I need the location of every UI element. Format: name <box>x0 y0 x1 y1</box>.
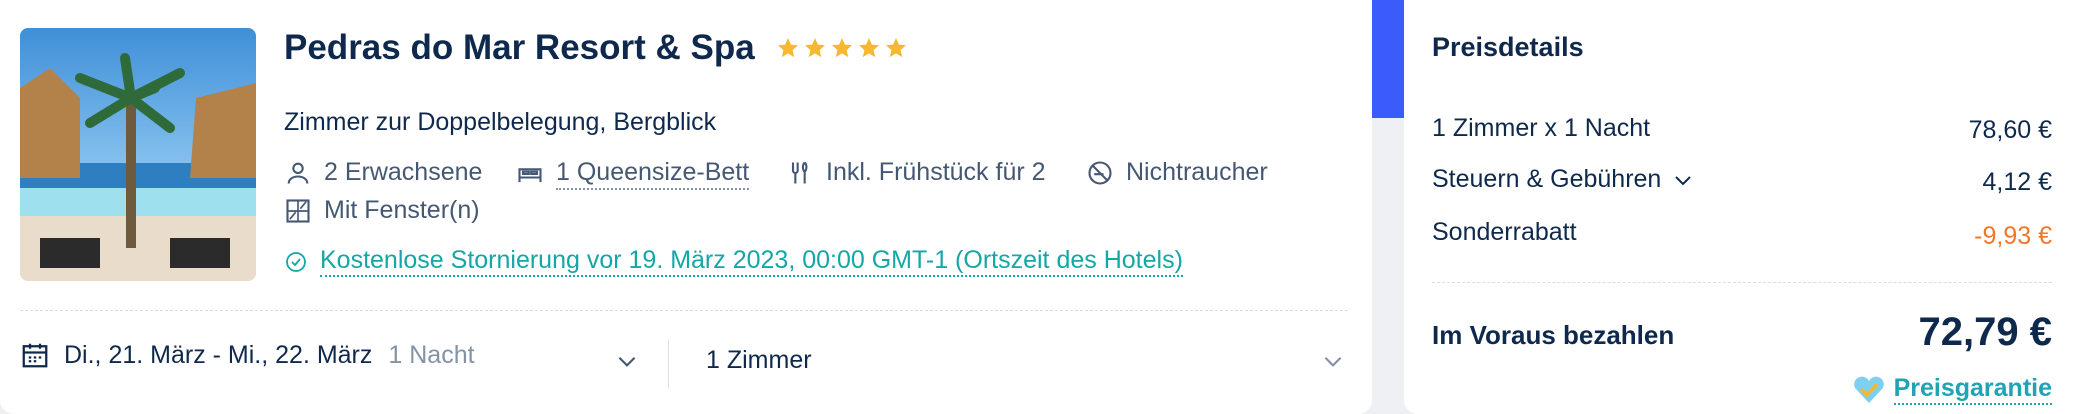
guarantee-label[interactable]: Preisgarantie <box>1893 374 2052 405</box>
room-count-selector[interactable]: 1 Zimmer <box>706 346 812 375</box>
divider <box>20 310 1348 311</box>
price-row-label: 1 Zimmer x 1 Nacht <box>1432 114 1651 142</box>
smoking-label: Nichtraucher <box>1126 158 1268 186</box>
nights-count: 1 Nacht <box>388 340 475 369</box>
star-icon <box>805 38 825 58</box>
no-smoking-icon <box>1088 160 1112 185</box>
star-icon <box>778 38 798 58</box>
room-name: Zimmer zur Doppelbelegung, Bergblick <box>284 108 717 136</box>
hotel-photo-image <box>20 28 256 281</box>
cancellation-text[interactable]: Kostenlose Stornierung vor 19. März 2023… <box>320 246 1183 277</box>
amenity-breakfast: Inkl. Frühstück für 2 <box>786 158 1046 187</box>
chevron-down-icon[interactable] <box>1671 168 1695 192</box>
price-guarantee[interactable]: Preisgarantie <box>1852 374 2052 405</box>
divider <box>1432 282 2052 283</box>
hotel-photo[interactable] <box>20 28 256 281</box>
heart-check-icon <box>1853 376 1884 403</box>
price-row-value: 78,60 € <box>1968 116 2052 144</box>
accent-bar <box>1372 0 1404 118</box>
chevron-down-icon[interactable] <box>614 348 640 374</box>
person-icon <box>287 162 309 184</box>
price-row-value: 4,12 € <box>1982 168 2052 196</box>
chevron-down-icon[interactable] <box>1320 348 1346 374</box>
amenity-smoking: Nichtraucher <box>1086 158 1268 187</box>
amenity-bed[interactable]: 1 Queensize-Bett <box>516 158 750 190</box>
breakfast-label: Inkl. Frühstück für 2 <box>826 158 1046 186</box>
date-selector[interactable]: Di., 21. März - Mi., 22. März 1 Nacht <box>20 340 475 370</box>
total-label: Im Voraus bezahlen <box>1432 320 1675 350</box>
total-price: 72,79 € <box>1918 310 2052 354</box>
hotel-name[interactable]: Pedras do Mar Resort & Spa <box>284 28 755 68</box>
check-circle-icon <box>286 251 306 272</box>
free-cancellation[interactable]: Kostenlose Stornierung vor 19. März 2023… <box>284 246 1183 277</box>
guests-label: 2 Erwachsene <box>324 158 483 186</box>
taxes-toggle[interactable]: Steuern & Gebühren <box>1432 165 1695 194</box>
date-range[interactable]: Di., 21. März - Mi., 22. März <box>64 341 372 370</box>
star-icon <box>832 38 852 58</box>
window-icon <box>286 198 310 223</box>
room-card: Pedras do Mar Resort & Spa Zimmer zur Do… <box>0 0 1372 414</box>
star-rating <box>776 36 908 60</box>
amenity-window: Mit Fenster(n) <box>284 196 480 225</box>
price-row-label[interactable]: Steuern & Gebühren <box>1432 165 1661 194</box>
cutlery-icon <box>791 161 808 183</box>
price-row-label: Sonderrabatt <box>1432 218 1577 246</box>
window-label: Mit Fenster(n) <box>324 196 480 224</box>
star-icon <box>886 38 906 58</box>
discount-value: -9,93 € <box>1974 222 2052 250</box>
bed-label[interactable]: 1 Queensize-Bett <box>556 158 750 190</box>
star-icon <box>859 38 879 58</box>
amenity-guests: 2 Erwachsene <box>284 158 482 187</box>
bed-icon <box>518 168 542 183</box>
separator <box>668 340 669 388</box>
price-details-title: Preisdetails <box>1432 32 1584 62</box>
calendar-icon <box>22 343 48 368</box>
